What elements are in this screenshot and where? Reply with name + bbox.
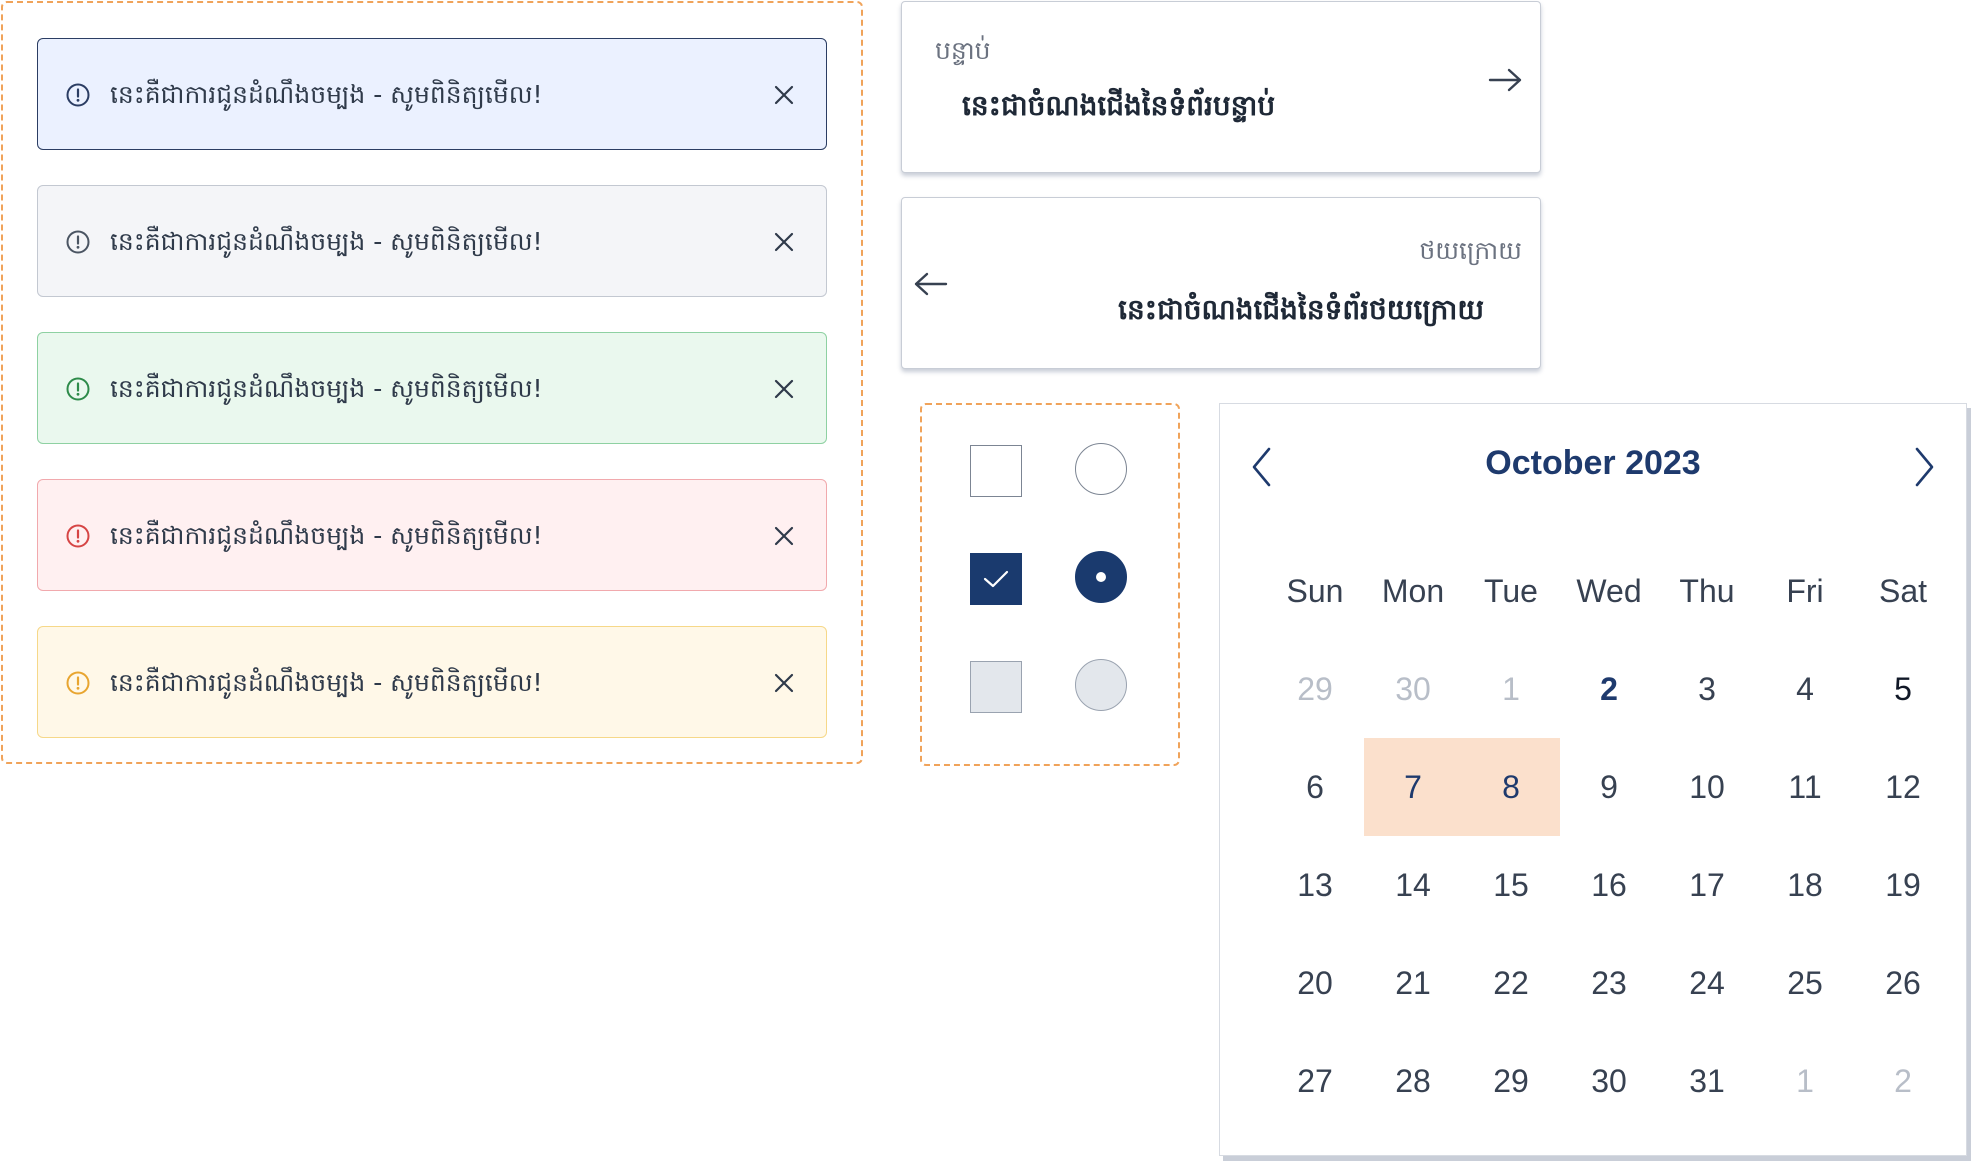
checkbox-disabled <box>970 661 1022 713</box>
calendar-day[interactable]: 15 <box>1462 836 1560 934</box>
controls-group <box>920 403 1180 766</box>
calendar-day[interactable]: 4 <box>1756 640 1854 738</box>
calendar-day[interactable]: 22 <box>1462 934 1560 1032</box>
alert-circle-icon <box>66 83 90 107</box>
close-button[interactable] <box>766 665 802 701</box>
calendar-day[interactable]: 14 <box>1364 836 1462 934</box>
calendar-day-selected[interactable]: 7 <box>1364 738 1462 836</box>
weekday-header: Sun Mon Tue Wed Thu Fri Sat <box>1266 542 1952 640</box>
alert-warning: នេះគឺជាការជូនដំណឹងចម្បង - សូមពិនិត្យមើល! <box>37 626 827 738</box>
weekday-label: Tue <box>1484 572 1538 609</box>
calendar-day[interactable]: 21 <box>1364 934 1462 1032</box>
alert-info: នេះគឺជាការជូនដំណឹងចម្បង - សូមពិនិត្យមើល! <box>37 38 827 150</box>
previous-page-link[interactable]: ថយក្រោយ នេះជាចំណងជើងនៃទំព័រថយក្រោយ <box>901 197 1541 369</box>
weekday-label: Sat <box>1878 572 1928 609</box>
close-button[interactable] <box>766 224 802 260</box>
calendar-day[interactable]: 29 <box>1462 1032 1560 1130</box>
calendar: October 2023 Sun Mon Tue Wed Thu Fri Sat… <box>1219 403 1967 1156</box>
calendar-day[interactable]: 20 <box>1266 934 1364 1032</box>
alert-success: នេះគឺជាការជូនដំណឹងចម្បង - សូមពិនិត្យមើល! <box>37 332 827 444</box>
calendar-day[interactable]: 19 <box>1854 836 1952 934</box>
radio-unchecked[interactable] <box>1075 443 1127 495</box>
calendar-week-row: 20 21 22 23 24 25 26 <box>1266 934 1952 1032</box>
arrow-left-icon <box>914 272 948 296</box>
calendar-day[interactable]: 3 <box>1658 640 1756 738</box>
calendar-day[interactable]: 27 <box>1266 1032 1364 1130</box>
checkmark-icon <box>983 570 1008 587</box>
calendar-day-selected[interactable]: 8 <box>1462 738 1560 836</box>
calendar-day[interactable]: 10 <box>1658 738 1756 836</box>
close-icon <box>774 379 794 399</box>
close-button[interactable] <box>766 77 802 113</box>
calendar-day[interactable]: 13 <box>1266 836 1364 934</box>
calendar-day[interactable]: 6 <box>1266 738 1364 836</box>
next-month-button[interactable] <box>1902 440 1946 494</box>
calendar-day[interactable]: 16 <box>1560 836 1658 934</box>
alert-message: នេះគឺជាការជូនដំណឹងចម្បង - សូមពិនិត្យមើល! <box>110 668 543 697</box>
calendar-day[interactable]: 5 <box>1854 640 1952 738</box>
calendar-day[interactable]: 30 <box>1560 1032 1658 1130</box>
weekday-label: Wed <box>1576 572 1642 609</box>
alert-message: នេះគឺជាការជូនដំណឹងចម្បង - សូមពិនិត្យមើល! <box>110 374 543 403</box>
calendar-day-outside[interactable]: 1 <box>1756 1032 1854 1130</box>
alert-circle-icon <box>66 377 90 401</box>
calendar-week-row: 13 14 15 16 17 18 19 <box>1266 836 1952 934</box>
calendar-day[interactable]: 28 <box>1364 1032 1462 1130</box>
calendar-day[interactable]: 12 <box>1854 738 1952 836</box>
next-page-title: នេះជាចំណងជើងនៃទំព័របន្ទាប់ <box>962 89 1276 122</box>
chevron-right-icon <box>1915 447 1934 487</box>
alert-error: នេះគឺជាការជូនដំណឹងចម្បង - សូមពិនិត្យមើល! <box>37 479 827 591</box>
alert-circle-icon <box>66 230 90 254</box>
radio-checked[interactable] <box>1075 551 1127 603</box>
weekday-label: Thu <box>1679 572 1735 609</box>
close-icon <box>774 232 794 252</box>
alert-message: នេះគឺជាការជូនដំណឹងចម្បង - សូមពិនិត្យមើល! <box>110 227 543 256</box>
close-button[interactable] <box>766 371 802 407</box>
calendar-day[interactable]: 23 <box>1560 934 1658 1032</box>
calendar-month-title: October 2023 <box>1485 444 1701 482</box>
calendar-week-row: 6 7 8 9 10 11 12 <box>1266 738 1952 836</box>
calendar-day-outside[interactable]: 30 <box>1364 640 1462 738</box>
close-button[interactable] <box>766 518 802 554</box>
calendar-day[interactable]: 17 <box>1658 836 1756 934</box>
alert-circle-icon <box>66 524 90 548</box>
close-icon <box>774 526 794 546</box>
calendar-day[interactable]: 24 <box>1658 934 1756 1032</box>
calendar-day[interactable]: 18 <box>1756 836 1854 934</box>
checkbox-checked[interactable] <box>970 553 1022 605</box>
calendar-grid: Sun Mon Tue Wed Thu Fri Sat 29 30 1 2 3 4 5 6 7 8… <box>1266 542 1952 1130</box>
alert-circle-icon <box>66 671 90 695</box>
calendar-day[interactable]: 2 <box>1560 640 1658 738</box>
next-page-link[interactable]: បន្ទាប់ នេះជាចំណងជើងនៃទំព័របន្ទាប់ <box>901 1 1541 173</box>
calendar-day-outside[interactable]: 1 <box>1462 640 1560 738</box>
next-page-kicker: បន្ទាប់ <box>935 36 991 65</box>
calendar-weeks: 29 30 1 2 3 4 5 6 7 8 9 10 11 12 13 14 15 16 17 18 19 20 21 22 2… <box>1266 640 1952 1130</box>
calendar-day-outside[interactable]: 29 <box>1266 640 1364 738</box>
calendar-week-row: 29 30 1 2 3 4 5 <box>1266 640 1952 738</box>
alert-message: នេះគឺជាការជូនដំណឹងចម្បង - សូមពិនិត្យមើល! <box>110 521 543 550</box>
alert-message: នេះគឺជាការជូនដំណឹងចម្បង - សូមពិនិត្យមើល! <box>110 80 543 109</box>
calendar-day[interactable]: 25 <box>1756 934 1854 1032</box>
calendar-day[interactable]: 31 <box>1658 1032 1756 1130</box>
close-icon <box>774 85 794 105</box>
calendar-day-outside[interactable]: 2 <box>1854 1032 1952 1130</box>
close-icon <box>774 673 794 693</box>
alerts-group: នេះគឺជាការជូនដំណឹងចម្បង - សូមពិនិត្យមើល!… <box>1 1 863 764</box>
previous-page-kicker: ថយក្រោយ <box>1419 236 1522 265</box>
calendar-day[interactable]: 11 <box>1756 738 1854 836</box>
weekday-label: Mon <box>1381 572 1445 609</box>
previous-page-title: នេះជាចំណងជើងនៃទំព័រថយក្រោយ <box>1118 293 1484 326</box>
alert-neutral: នេះគឺជាការជូនដំណឹងចម្បង - សូមពិនិត្យមើល! <box>37 185 827 297</box>
arrow-right-icon <box>1488 68 1522 92</box>
weekday-label: Fri <box>1786 572 1824 609</box>
calendar-day[interactable]: 9 <box>1560 738 1658 836</box>
calendar-day[interactable]: 26 <box>1854 934 1952 1032</box>
radio-disabled <box>1075 659 1127 711</box>
checkbox-unchecked[interactable] <box>970 445 1022 497</box>
weekday-label: Sun <box>1286 572 1344 609</box>
calendar-week-row: 27 28 29 30 31 1 2 <box>1266 1032 1952 1130</box>
